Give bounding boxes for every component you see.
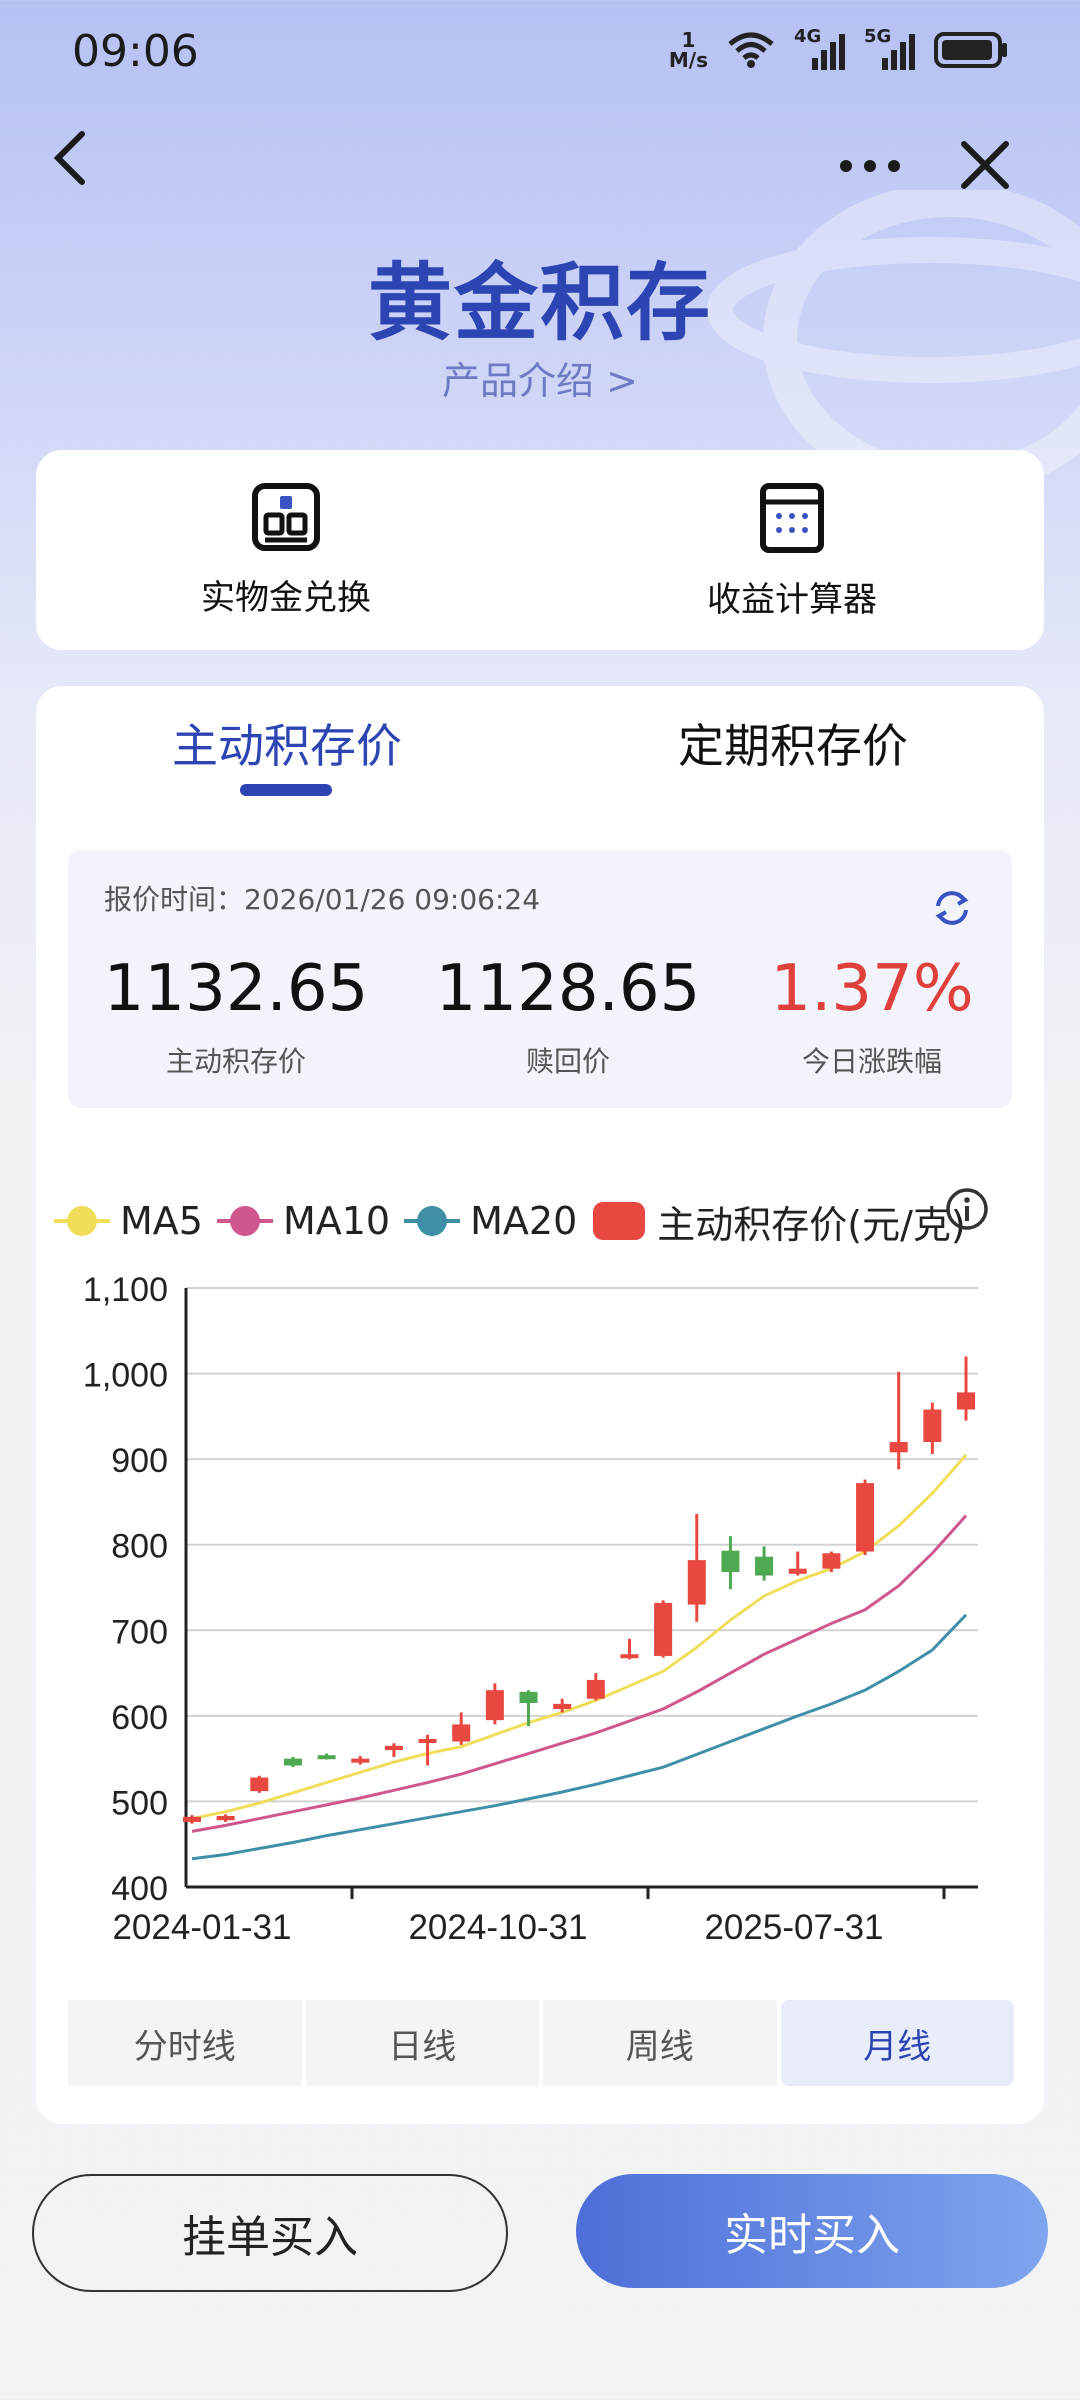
candle-body — [957, 1392, 975, 1410]
candle-body — [553, 1703, 572, 1710]
tab-active-deposit-price[interactable]: 主动积存价 — [172, 710, 402, 776]
page-title: 黄金积存 — [367, 254, 712, 352]
chart-legend: MA5 MA10 MA20 主动积存价(元/克) — [54, 1190, 980, 1252]
legend-ma20-label: MA20 — [470, 1199, 578, 1243]
legend-price-label: 主动积存价(元/克) — [657, 1202, 966, 1247]
candle-body — [586, 1679, 605, 1699]
refresh-icon[interactable] — [930, 886, 974, 930]
gold-exchange-label: 实物金兑换 — [201, 578, 371, 618]
candle-body — [418, 1738, 437, 1743]
legend-ma5-label: MA5 — [120, 1199, 203, 1243]
x-tick-label: 2025-07-31 — [704, 1908, 883, 1947]
candle-body — [620, 1654, 639, 1659]
realtime-buy-button[interactable]: 实时买入 — [576, 2174, 1048, 2288]
legend-ma5: MA5 — [54, 1199, 203, 1243]
limit-buy-button[interactable]: 挂单买入 — [32, 2174, 508, 2292]
signal-4g-icon: 4G — [794, 26, 846, 72]
y-tick-label: 400 — [111, 1870, 168, 1908]
tab-fixed-deposit-price[interactable]: 定期积存价 — [678, 710, 908, 776]
redeem-price-value: 1128.65 — [435, 952, 701, 1026]
net-speed-value: 1 — [681, 28, 696, 52]
y-tick-label: 600 — [111, 1699, 168, 1737]
candle-body — [216, 1815, 235, 1821]
y-tick-label: 500 — [111, 1784, 168, 1822]
wifi-icon — [728, 32, 774, 68]
calculator-icon — [760, 483, 824, 553]
candle-body — [856, 1483, 875, 1552]
candle-body — [317, 1755, 336, 1760]
close-icon[interactable] — [958, 138, 1012, 192]
x-tick-label: 2024-01-31 — [112, 1908, 291, 1947]
battery-icon — [934, 32, 1007, 68]
net-speed: 1 M/s — [669, 30, 708, 70]
y-tick-label: 900 — [111, 1442, 168, 1480]
candle-body — [822, 1553, 841, 1569]
signal-5g-icon: 5G — [864, 26, 916, 72]
candle-body — [923, 1409, 942, 1443]
tab-intraday[interactable]: 分时线 — [68, 2000, 302, 2086]
candle-body — [755, 1556, 774, 1576]
candle-body — [452, 1724, 471, 1742]
back-icon[interactable] — [48, 128, 92, 188]
active-price-label: 主动积存价 — [165, 1045, 306, 1078]
candle-body — [654, 1602, 673, 1656]
period-tabs: 分时线 日线 周线 月线 — [68, 2000, 1014, 2086]
calculator-button[interactable]: 收益计算器 — [642, 482, 942, 621]
quick-actions-card: 实物金兑换 收益计算器 — [36, 450, 1044, 650]
candle-body — [183, 1816, 201, 1822]
y-tick-label: 1,100 — [83, 1271, 168, 1309]
candle-body — [485, 1690, 504, 1721]
y-tick-label: 800 — [111, 1528, 168, 1566]
tab-indicator — [240, 784, 332, 796]
candle-body — [889, 1442, 908, 1453]
candle-body — [384, 1745, 403, 1751]
active-price-value: 1132.65 — [103, 952, 369, 1026]
net-speed-unit: M/s — [668, 48, 708, 72]
y-tick-label: 1,000 — [83, 1357, 168, 1395]
price-chart: 400 500 600 700 800 900 1,000 1,100 2024-01-31 20… — [83, 1271, 978, 1947]
more-icon[interactable] — [838, 158, 902, 174]
tab-daily[interactable]: 日线 — [305, 2000, 539, 2086]
ma10-line — [191, 1514, 968, 1833]
candle-body — [351, 1758, 370, 1763]
daily-change-label: 今日涨跌幅 — [801, 1045, 942, 1078]
daily-change-value: 1.37% — [770, 952, 974, 1026]
product-intro-link[interactable]: 产品介绍 > — [0, 350, 1080, 405]
gold-exchange-icon — [252, 483, 320, 551]
quote-time: 报价时间：2026/01/26 09:06:24 — [104, 883, 541, 916]
info-icon[interactable] — [944, 1186, 990, 1232]
candle-body — [721, 1550, 740, 1573]
gold-exchange-button[interactable]: 实物金兑换 — [136, 482, 436, 619]
calculator-label: 收益计算器 — [707, 580, 877, 620]
legend-ma10: MA10 — [216, 1199, 391, 1243]
legend-ma20: MA20 — [404, 1199, 577, 1243]
legend-price: 主动积存价(元/克) — [591, 1194, 966, 1249]
status-icons: 1 M/s 4G 5G — [669, 24, 1010, 76]
candle-body — [519, 1691, 538, 1704]
legend-ma10-label: MA10 — [282, 1199, 391, 1243]
candle-body — [283, 1758, 302, 1766]
candle-body — [250, 1777, 269, 1792]
redeem-price-label: 赎回价 — [525, 1045, 610, 1078]
status-time: 09:06 — [72, 26, 199, 77]
tab-weekly[interactable]: 周线 — [543, 2000, 777, 2086]
ma5-line — [191, 1453, 968, 1821]
candle-body — [788, 1568, 807, 1574]
x-tick-label: 2024-10-31 — [408, 1908, 587, 1947]
tab-monthly[interactable]: 月线 — [780, 2000, 1014, 2086]
y-tick-label: 700 — [111, 1613, 168, 1651]
candle-body — [687, 1560, 706, 1605]
